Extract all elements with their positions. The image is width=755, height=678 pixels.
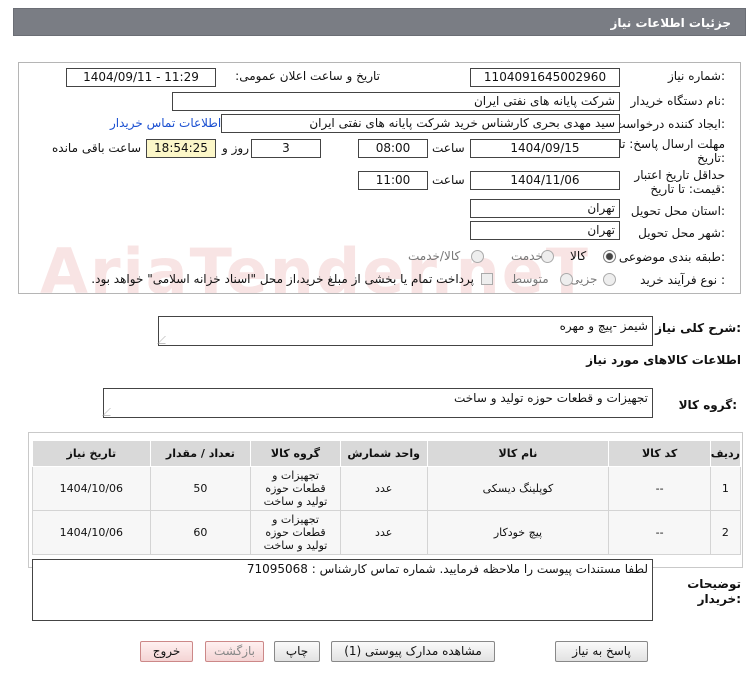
- remaining-time-label: ساعت باقی مانده: [52, 141, 142, 155]
- creator-field: سید مهدی بحری کارشناس خرید شرکت پایانه ه…: [221, 114, 620, 133]
- process-option-minor: جزیی: [570, 272, 598, 286]
- category-radio-both[interactable]: [471, 250, 484, 263]
- goods-group-textarea: تجهیزات و قطعات حوزه تولید و ساخت: [102, 388, 653, 418]
- validity-date-field: 1404/11/06: [470, 171, 620, 190]
- province-field: تهران: [470, 199, 620, 218]
- summary-text: شیمز -پیچ و مهره: [559, 319, 648, 333]
- need-number-label: شماره نیاز:: [667, 69, 725, 83]
- cell-item-code: --: [608, 510, 711, 555]
- category-radio-service[interactable]: [541, 250, 554, 263]
- cell-need-date: 1404/10/06: [32, 510, 151, 555]
- announce-date-field: 1404/09/11 - 11:29: [66, 68, 216, 87]
- col-header-quantity: تعداد / مقدار: [149, 440, 252, 467]
- table-row: 1 -- کوپلینگ دیسکی عدد تجهیزات و قطعات ح…: [32, 466, 742, 511]
- reply-button[interactable]: پاسخ به نیاز: [555, 641, 648, 662]
- cell-quantity: 60: [149, 510, 252, 555]
- days-label: روز و: [222, 141, 249, 155]
- cell-group: تجهیزات و قطعات حوزه تولید و ساخت: [250, 510, 341, 555]
- reply-deadline-label: مهلت ارسال پاسخ: تا: [618, 137, 725, 151]
- col-header-item-code: کد کالا: [608, 440, 711, 467]
- col-header-unit: واحد شمارش: [339, 440, 428, 467]
- days-remaining-field: 3: [251, 139, 321, 158]
- cell-item-name: پیچ خودکار: [426, 510, 610, 555]
- buyer-notes-text: لطفا مستندات پیوست را ملاحظه فرمایید. شم…: [246, 562, 648, 576]
- print-button[interactable]: چاپ: [274, 641, 320, 662]
- goods-group-text: تجهیزات و قطعات حوزه تولید و ساخت: [453, 391, 648, 405]
- process-option-medium: متوسط: [511, 272, 549, 286]
- view-attachments-button[interactable]: مشاهده مدارک پیوستی (1): [331, 641, 495, 662]
- cell-unit: عدد: [339, 510, 428, 555]
- summary-label: شرح کلی نیاز:: [655, 321, 741, 335]
- province-label: استان محل تحویل:: [630, 204, 725, 218]
- cell-row-number: 2: [709, 510, 742, 555]
- page-title: جزئیات اطلاعات نیاز: [13, 8, 746, 36]
- buyer-org-field: شرکت پایانه های نفتی ایران: [172, 92, 620, 111]
- announce-date-label: تاریخ و ساعت اعلان عمومی:: [235, 69, 380, 83]
- reply-deadline-label-2: تاریخ:: [697, 151, 725, 165]
- col-header-item-name: نام کالا: [426, 440, 610, 467]
- reply-date-field: 1404/09/15: [470, 139, 620, 158]
- cell-quantity: 50: [149, 466, 252, 511]
- goods-table: ردیف کد کالا نام کالا واحد شمارش گروه کا…: [32, 440, 742, 555]
- process-radio-minor[interactable]: [603, 273, 616, 286]
- process-radio-medium[interactable]: [560, 273, 573, 286]
- reply-time-label: ساعت: [432, 141, 465, 155]
- validity-label: حداقل تاریخ اعتبار: [634, 168, 725, 182]
- need-number-field: 1104091645002960: [470, 68, 620, 87]
- remaining-time-field: 18:54:25: [146, 139, 216, 158]
- treasury-payment-note: پرداخت تمام یا بخشی از مبلغ خرید،از محل …: [91, 272, 474, 286]
- process-label: نوع فرآیند خرید :: [640, 273, 725, 287]
- goods-section-title: اطلاعات کالاهای مورد نیاز: [586, 353, 741, 367]
- resize-handle-icon[interactable]: [157, 336, 173, 344]
- cell-item-name: کوپلینگ دیسکی: [426, 466, 610, 511]
- cell-row-number: 1: [709, 466, 742, 511]
- table-header-row: ردیف کد کالا نام کالا واحد شمارش گروه کا…: [32, 440, 742, 467]
- summary-textarea: شیمز -پیچ و مهره: [157, 316, 653, 346]
- buyer-notes-textarea: لطفا مستندات پیوست را ملاحظه فرمایید. شم…: [32, 559, 653, 621]
- reply-time-field: 08:00: [358, 139, 428, 158]
- table-row: 2 -- پیچ خودکار عدد تجهیزات و قطعات حوزه…: [32, 510, 742, 555]
- col-header-need-date: تاریخ نیاز: [32, 440, 151, 467]
- buyer-notes-label-2: خریدار:: [697, 592, 741, 606]
- category-radio-goods[interactable]: [603, 250, 616, 263]
- exit-button[interactable]: خروج: [140, 641, 193, 662]
- city-field: تهران: [470, 221, 620, 240]
- validity-label-2: قیمت: تا تاریخ:: [650, 182, 725, 196]
- validity-time-label: ساعت: [432, 173, 465, 187]
- treasury-payment-checkbox[interactable]: [481, 273, 493, 285]
- resize-handle-icon[interactable]: [102, 408, 118, 416]
- buyer-notes-label: توضیحات: [687, 577, 741, 591]
- city-label: شهر محل تحویل:: [638, 226, 725, 240]
- goods-group-label: گروه کالا:: [678, 398, 737, 412]
- cell-unit: عدد: [339, 466, 428, 511]
- validity-time-field: 11:00: [358, 171, 428, 190]
- creator-label: ایجاد کننده درخواست:: [614, 117, 725, 131]
- cell-group: تجهیزات و قطعات حوزه تولید و ساخت: [250, 466, 341, 511]
- col-header-group: گروه کالا: [250, 440, 341, 467]
- category-label: طبقه بندی موضوعی:: [618, 250, 725, 264]
- category-option-goods: کالا: [570, 249, 587, 263]
- buyer-contact-link[interactable]: اطلاعات تماس خریدار: [110, 116, 221, 130]
- col-header-row-number: ردیف: [709, 440, 742, 467]
- cell-need-date: 1404/10/06: [32, 466, 151, 511]
- category-option-both: کالا/خدمت: [408, 249, 461, 263]
- category-option-service: خدمت: [511, 249, 543, 263]
- cell-item-code: --: [608, 466, 711, 511]
- back-button[interactable]: بازگشت: [205, 641, 264, 662]
- buyer-org-label: نام دستگاه خریدار:: [630, 94, 726, 108]
